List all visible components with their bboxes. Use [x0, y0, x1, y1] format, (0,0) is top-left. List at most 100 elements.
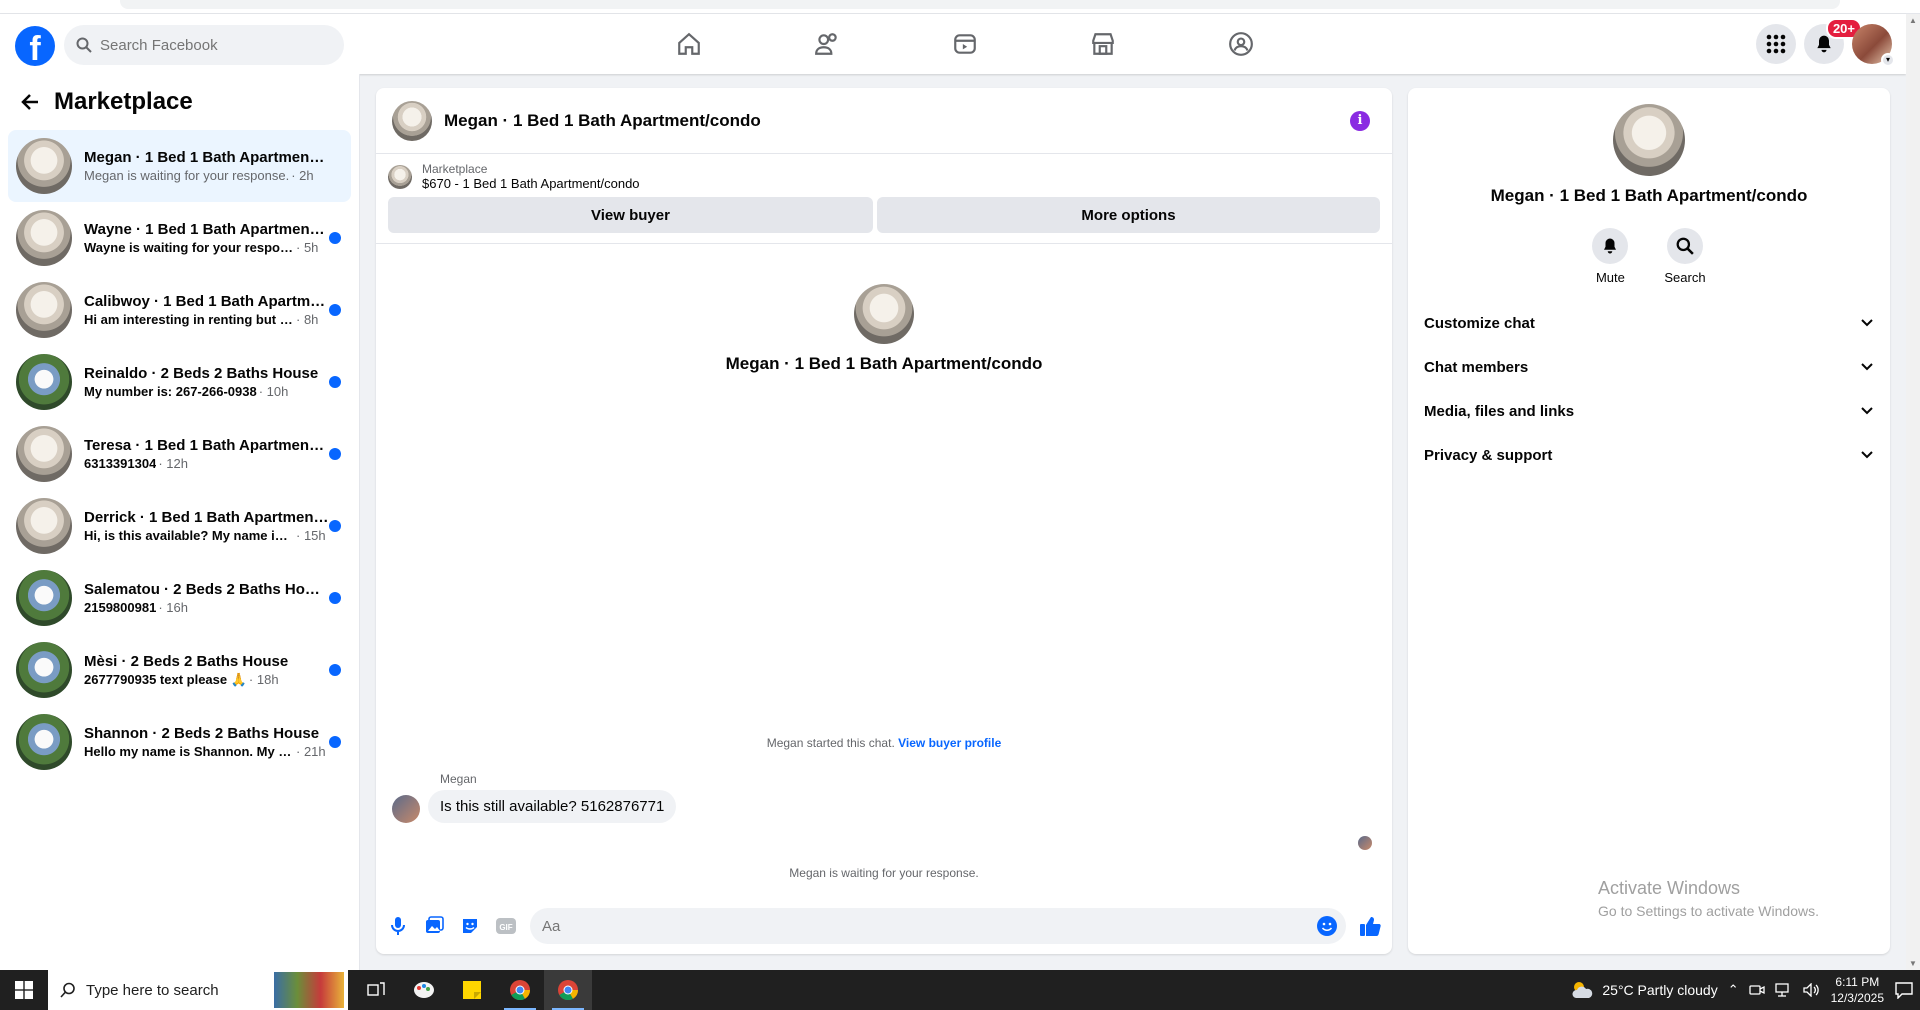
scroll-up-icon[interactable]: ▲: [1909, 16, 1917, 25]
show-hidden-icons-icon[interactable]: ⌃: [1728, 982, 1739, 998]
details-sections: Customize chat Chat members Media, files a…: [1408, 301, 1890, 477]
task-view-icon: [367, 982, 385, 996]
sidebar-title: Marketplace: [54, 88, 193, 115]
conversation-item[interactable]: Teresa · 1 Bed 1 Bath Apartment/... 63133…: [8, 418, 351, 490]
conversation-item[interactable]: Reinaldo · 2 Beds 2 Baths House My number…: [8, 346, 351, 418]
system-tray: 25°C Partly cloudy ⌃ 6:11 PM 12/3/2025: [1570, 974, 1920, 1006]
listing-source: Marketplace: [422, 162, 488, 176]
details-section-item[interactable]: Media, files and links: [1416, 389, 1882, 433]
back-arrow-icon[interactable]: [20, 92, 40, 112]
message-bubble[interactable]: Is this still available? 5162876771: [428, 790, 677, 823]
view-buyer-profile-link[interactable]: View buyer profile: [898, 736, 1001, 750]
notification-center-icon[interactable]: [1894, 981, 1914, 999]
profile-avatar[interactable]: ▾: [1852, 24, 1895, 67]
seen-indicator: [1358, 836, 1372, 850]
search-action[interactable]: Search: [1664, 228, 1706, 285]
message-group: Megan Is this still available? 516287677…: [392, 772, 677, 823]
listing-thumbnail[interactable]: [388, 164, 412, 189]
unread-dot: [329, 232, 341, 244]
menu-button[interactable]: [1756, 24, 1796, 64]
meet-now-icon[interactable]: [1748, 983, 1765, 997]
chat-title[interactable]: Megan · 1 Bed 1 Bath Apartment/condo: [444, 111, 761, 131]
conversation-item[interactable]: Derrick · 1 Bed 1 Bath Apartment... Hi, i…: [8, 490, 351, 562]
taskbar-app-chrome[interactable]: [496, 970, 544, 1010]
clock-time: 6:11 PM: [1835, 975, 1880, 989]
microphone-icon: [391, 917, 405, 935]
message-input-box[interactable]: [530, 908, 1346, 944]
conversation-thumbnail: [16, 138, 72, 194]
chat-avatar[interactable]: [392, 100, 432, 141]
chat-intro: Megan · 1 Bed 1 Bath Apartment/condo: [376, 284, 1392, 374]
groups-tab[interactable]: [1172, 14, 1310, 74]
video-tab[interactable]: [896, 14, 1034, 74]
windows-taskbar: Type here to search 25°C Partly cloudy ⌃…: [0, 970, 1920, 1010]
conversation-item[interactable]: Shannon · 2 Beds 2 Baths House Hello my n…: [8, 706, 351, 778]
conversation-preview: 2159800981: [84, 600, 157, 615]
listing-detail[interactable]: $670 - 1 Bed 1 Bath Apartment/condo: [422, 176, 640, 191]
message-input[interactable]: [542, 917, 1316, 935]
conversation-item[interactable]: Wayne · 1 Bed 1 Bath Apartment/... Wayne …: [8, 202, 351, 274]
sticky-notes-icon: [463, 981, 481, 999]
taskbar-app-chrome-profile[interactable]: [544, 970, 592, 1010]
details-section-item[interactable]: Customize chat: [1416, 301, 1882, 345]
search-box[interactable]: [64, 25, 344, 65]
watermark-title: Activate Windows: [1598, 878, 1741, 898]
volume-icon[interactable]: [1802, 983, 1821, 997]
conversation-time: · 12h: [158, 456, 188, 471]
taskbar-app-sticky-notes[interactable]: [448, 970, 496, 1010]
search-label: Search: [1664, 270, 1706, 285]
conversation-time: · 10h: [258, 384, 289, 399]
conversation-preview: My number is: 267-266-0938: [84, 384, 257, 399]
details-section-label: Customize chat: [1424, 314, 1535, 332]
network-icon[interactable]: [1774, 983, 1793, 997]
unread-dot: [329, 304, 341, 316]
start-button[interactable]: [0, 970, 48, 1010]
details-section-item[interactable]: Privacy & support: [1416, 433, 1882, 477]
page-scrollbar[interactable]: ▲ ▼: [1906, 14, 1920, 970]
scroll-down-icon[interactable]: ▼: [1909, 959, 1917, 968]
home-tab[interactable]: [620, 14, 758, 74]
taskbar-search[interactable]: Type here to search: [48, 970, 348, 1010]
conversation-item[interactable]: Calibwoy · 1 Bed 1 Bath Apartme... Hi am …: [8, 274, 351, 346]
details-avatar[interactable]: [1613, 104, 1685, 176]
conversation-thumbnail: [16, 714, 72, 770]
notifications-button[interactable]: 20+: [1804, 18, 1862, 64]
weather-widget[interactable]: 25°C Partly cloudy: [1570, 980, 1718, 1000]
conversation-name: Calibwoy · 1 Bed 1 Bath Apartme...: [84, 293, 329, 310]
more-options-button[interactable]: More options: [877, 197, 1380, 233]
browser-strip: [0, 0, 1920, 14]
home-icon: [678, 32, 700, 55]
conversation-thumbnail: [16, 498, 72, 554]
emoji-icon[interactable]: [1316, 915, 1338, 937]
taskbar-clock[interactable]: 6:11 PM 12/3/2025: [1831, 974, 1884, 1006]
task-view-button[interactable]: [352, 970, 400, 1010]
attach-photo-button[interactable]: [422, 914, 446, 938]
view-buyer-button[interactable]: View buyer: [388, 197, 873, 233]
conversation-thumbnail: [16, 210, 72, 266]
conversation-item[interactable]: Megan · 1 Bed 1 Bath Apartment/c... Megan…: [8, 130, 351, 202]
clock-date: 12/3/2025: [1830, 991, 1884, 1005]
gif-button[interactable]: GIF: [494, 914, 518, 938]
conversation-item[interactable]: Salematou · 2 Beds 2 Baths House 21598009…: [8, 562, 351, 634]
conversation-time: · 2h: [291, 168, 314, 183]
sender-avatar[interactable]: [392, 795, 420, 823]
details-section-label: Privacy & support: [1424, 446, 1553, 464]
like-button[interactable]: [1358, 914, 1382, 938]
facebook-logo[interactable]: f: [15, 26, 55, 66]
voice-clip-button[interactable]: [386, 914, 410, 938]
friends-icon: [815, 33, 837, 55]
info-icon[interactable]: i: [1350, 111, 1370, 131]
address-bar[interactable]: [120, 0, 1840, 9]
search-input[interactable]: [100, 36, 320, 54]
mute-label: Mute: [1595, 270, 1625, 285]
conversation-name: Reinaldo · 2 Beds 2 Baths House: [84, 365, 319, 382]
conversation-item[interactable]: Mèsi · 2 Beds 2 Baths House 2677790935 te…: [8, 634, 351, 706]
sticker-button[interactable]: [458, 914, 482, 938]
marketplace-tab[interactable]: [1034, 14, 1172, 74]
conversation-preview: Hi, is this available? My name is D...: [84, 528, 294, 543]
details-section-item[interactable]: Chat members: [1416, 345, 1882, 389]
taskbar-app-paint[interactable]: [400, 970, 448, 1010]
friends-tab[interactable]: [758, 14, 896, 74]
mute-action[interactable]: Mute: [1592, 228, 1629, 285]
chat-header: Megan · 1 Bed 1 Bath Apartment/condo i: [376, 88, 1392, 154]
